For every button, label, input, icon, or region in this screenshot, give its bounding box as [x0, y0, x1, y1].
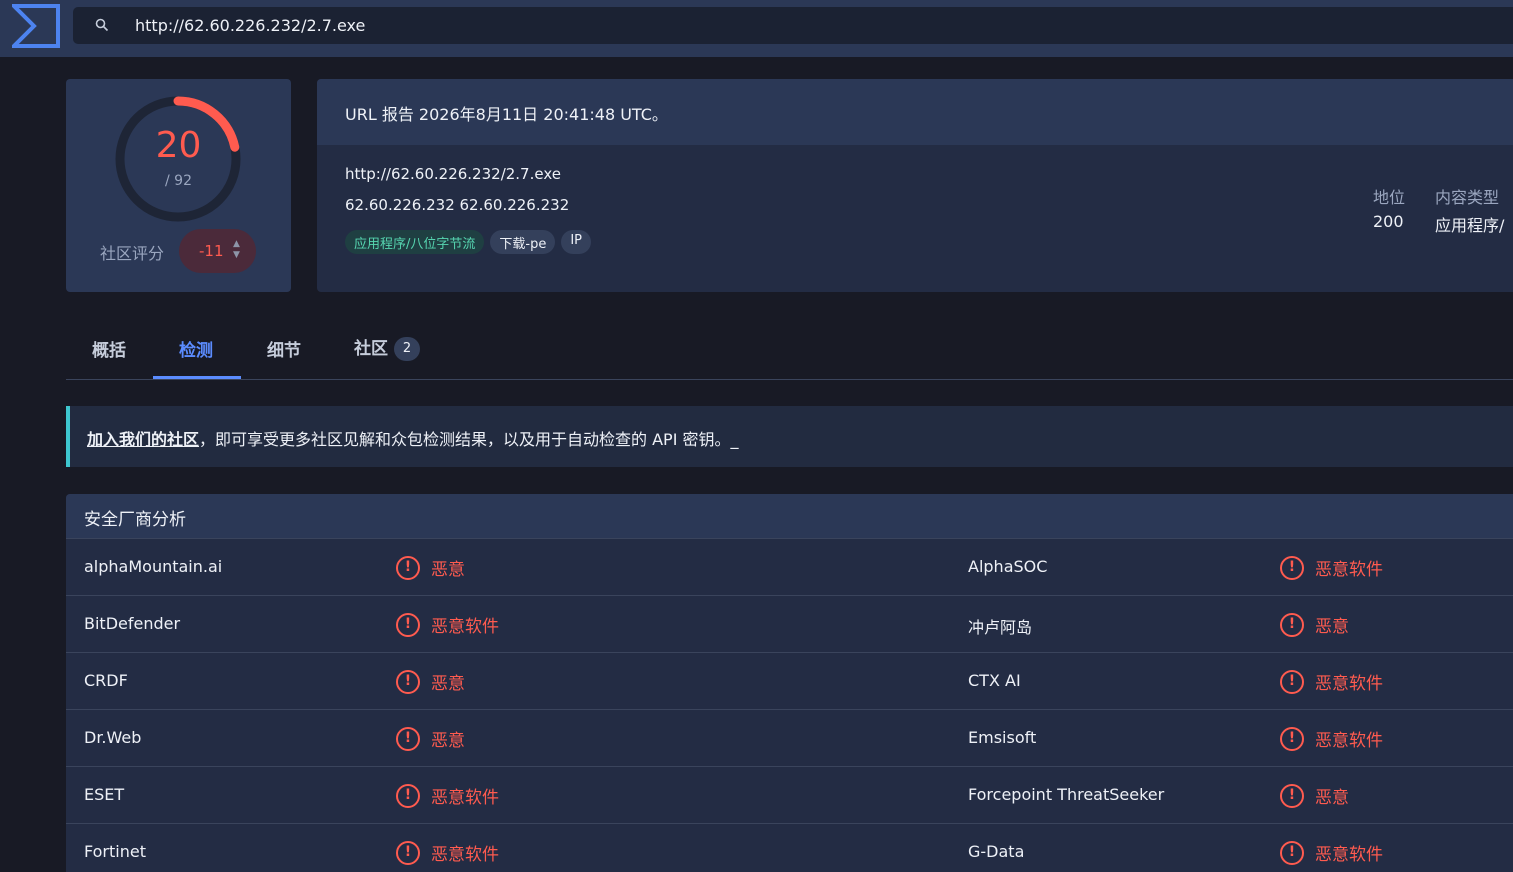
- banner-message: ，即可享受更多社区见解和众包检测结果，以及用于自动检查的 API 密钥。_: [199, 430, 739, 449]
- vendor-verdict: 恶意软件: [431, 845, 499, 865]
- vendor-verdict: 恶意软件: [431, 788, 499, 808]
- join-community-link[interactable]: 加入我们的社区: [87, 430, 199, 449]
- vendor-name: Emsisoft: [968, 728, 1037, 747]
- alert-circle-icon: !: [1280, 669, 1304, 694]
- tab-summary[interactable]: 概括: [92, 336, 126, 361]
- vendor-verdict: 恶意软件: [1315, 674, 1383, 694]
- vendor-table-title: 安全厂商分析: [84, 510, 186, 530]
- vendor-analysis-table: 安全厂商分析 alphaMountain.ai! 恶意 AlphaSOC! 恶意软件 B…: [66, 494, 1513, 872]
- community-score-pill[interactable]: -11 ▲ ▼: [179, 229, 256, 273]
- upvote-icon[interactable]: ▲: [233, 239, 240, 250]
- community-score-value: -11: [199, 242, 224, 260]
- alert-circle-icon: !: [1280, 555, 1304, 580]
- detection-count: 20: [155, 125, 202, 166]
- alert-circle-icon: !: [1280, 612, 1304, 637]
- status-value: 200: [1373, 212, 1404, 231]
- alert-circle-icon: !: [396, 840, 420, 865]
- tab-details[interactable]: 细节: [267, 336, 301, 361]
- alert-circle-icon: !: [396, 612, 420, 637]
- vendor-verdict: 恶意: [431, 674, 465, 694]
- vendor-name: CRDF: [84, 671, 128, 690]
- alert-circle-icon: !: [396, 669, 420, 694]
- report-url[interactable]: http://62.60.226.232/2.7.exe: [345, 165, 561, 183]
- vendor-result: ! 恶意: [1280, 612, 1349, 637]
- report-tabs: 概括 检测 细节 社区 2: [66, 318, 1513, 380]
- vendor-name: 冲卢阿岛: [968, 618, 1033, 637]
- vendor-verdict: 恶意: [431, 560, 465, 580]
- vendor-result: ! 恶意软件: [1280, 840, 1383, 865]
- report-header: URL 报告 2026年8月11日 20:41:48 UTC。: [317, 79, 1513, 145]
- table-row: ESET! 恶意软件 Forcepoint ThreatSeeker! 恶意: [66, 766, 1513, 823]
- table-row: alphaMountain.ai! 恶意 AlphaSOC! 恶意软件: [66, 538, 1513, 595]
- table-row: Dr.Web! 恶意 Emsisoft! 恶意软件: [66, 709, 1513, 766]
- search-icon[interactable]: [95, 18, 109, 32]
- vendor-verdict: 恶意软件: [1315, 845, 1383, 865]
- alert-circle-icon: !: [1280, 783, 1304, 808]
- community-banner: 加入我们的社区，即可享受更多社区见解和众包检测结果，以及用于自动检查的 API …: [66, 406, 1513, 467]
- alert-circle-icon: !: [396, 555, 420, 580]
- alert-circle-icon: !: [396, 726, 420, 751]
- vendor-result: ! 恶意软件: [396, 840, 499, 865]
- tag-download-pe[interactable]: 下载-pe: [490, 230, 556, 254]
- vendor-verdict: 恶意软件: [1315, 560, 1383, 580]
- virustotal-logo-icon[interactable]: [12, 4, 60, 48]
- tab-community[interactable]: 社区 2: [354, 334, 420, 361]
- vendor-name: BitDefender: [84, 614, 181, 633]
- alert-circle-icon: !: [1280, 840, 1304, 865]
- vendor-result: ! 恶意软件: [396, 612, 499, 637]
- vendor-name: ESET: [84, 785, 125, 804]
- community-count-badge: 2: [394, 337, 420, 361]
- vote-arrows[interactable]: ▲ ▼: [233, 239, 240, 261]
- active-tab-indicator: [153, 376, 241, 379]
- vendor-name: Fortinet: [84, 842, 146, 861]
- vendor-name: G-Data: [968, 842, 1025, 861]
- tag-content-type[interactable]: 应用程序/八位字节流: [345, 230, 485, 254]
- vendor-result: ! 恶意软件: [1280, 555, 1383, 580]
- vendor-result: ! 恶意软件: [396, 783, 499, 808]
- vendor-name: alphaMountain.ai: [84, 557, 223, 576]
- content-type-value: 应用程序/: [1435, 216, 1505, 235]
- report-ips[interactable]: 62.60.226.232 62.60.226.232: [345, 196, 569, 214]
- alert-circle-icon: !: [1280, 726, 1304, 751]
- alert-circle-icon: !: [396, 783, 420, 808]
- content-type-label: 内容类型: [1435, 188, 1500, 207]
- community-score-label: 社区评分: [100, 244, 165, 263]
- vendor-result: ! 恶意软件: [1280, 726, 1383, 751]
- vendor-name: AlphaSOC: [968, 557, 1048, 576]
- vendor-verdict: 恶意: [1315, 788, 1349, 808]
- report-title: URL 报告 2026年8月11日 20:41:48 UTC。: [345, 105, 668, 124]
- vendor-verdict: 恶意: [1315, 617, 1349, 637]
- vendor-name: CTX AI: [968, 671, 1021, 690]
- vendor-result: ! 恶意: [396, 726, 465, 751]
- detection-total: / 92: [165, 173, 192, 189]
- detection-score-card: 20 / 92 社区评分 -11 ▲ ▼: [66, 79, 291, 292]
- vendor-result: ! 恶意: [1280, 783, 1349, 808]
- search-input[interactable]: http://62.60.226.232/2.7.exe: [135, 16, 365, 35]
- downvote-icon[interactable]: ▼: [233, 250, 240, 261]
- status-label: 地位: [1373, 188, 1406, 207]
- vendor-name: Dr.Web: [84, 728, 142, 747]
- vendor-result: ! 恶意: [396, 669, 465, 694]
- vendor-verdict: 恶意: [431, 731, 465, 751]
- url-report-card: URL 报告 2026年8月11日 20:41:48 UTC。 http://6…: [317, 79, 1513, 292]
- vendor-result: ! 恶意软件: [1280, 669, 1383, 694]
- table-row: CRDF! 恶意 CTX AI! 恶意软件: [66, 652, 1513, 709]
- tag-ip[interactable]: IP: [561, 230, 592, 254]
- table-row: BitDefender! 恶意软件 冲卢阿岛! 恶意: [66, 595, 1513, 652]
- vendor-verdict: 恶意软件: [431, 617, 499, 637]
- tab-detection[interactable]: 检测: [179, 336, 213, 361]
- vendor-table-header: 安全厂商分析: [66, 494, 1513, 538]
- tag-list: 应用程序/八位字节流 下载-pe IP: [345, 230, 592, 254]
- search-bar[interactable]: http://62.60.226.232/2.7.exe: [73, 7, 1513, 44]
- top-bar: http://62.60.226.232/2.7.exe: [0, 0, 1513, 57]
- table-row: Fortinet! 恶意软件 G-Data! 恶意软件: [66, 823, 1513, 872]
- vendor-verdict: 恶意软件: [1315, 731, 1383, 751]
- vendor-name: Forcepoint ThreatSeeker: [968, 785, 1165, 804]
- vendor-result: ! 恶意: [396, 555, 465, 580]
